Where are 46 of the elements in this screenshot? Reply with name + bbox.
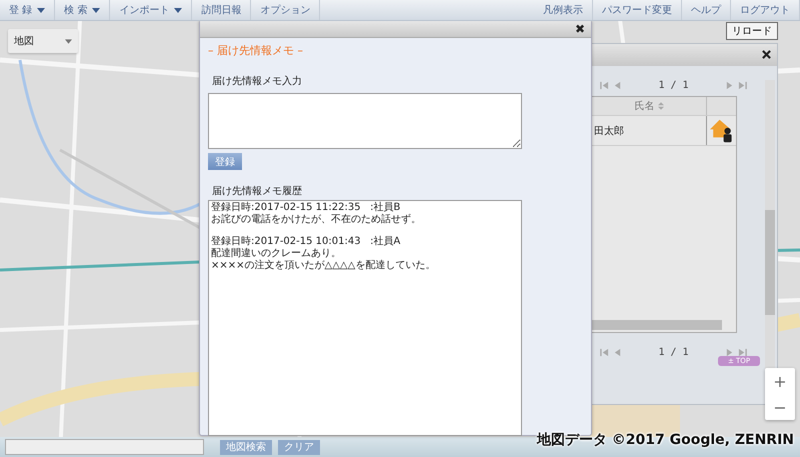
caret-icon	[92, 8, 100, 12]
history-entry-header: 登録日時:2017-02-15 10:01:43 :社員A	[211, 236, 402, 248]
memo-input-field[interactable]	[208, 93, 522, 149]
address-search-field[interactable]	[5, 439, 204, 455]
menu-item[interactable]: 検 索	[55, 0, 110, 20]
close-button[interactable]: ✖	[574, 22, 585, 36]
last-page-icon[interactable]	[738, 80, 747, 90]
sort-icon	[658, 102, 664, 110]
menu-item[interactable]: 訪問日報	[192, 0, 252, 20]
history-entry-text: ××××の注文を頂いたが△△△△を配達していた。	[211, 260, 436, 272]
first-page-icon[interactable]	[600, 348, 609, 356]
dialog-heading: – 届け先情報メモ –	[208, 43, 303, 58]
caret-icon	[37, 8, 46, 12]
field-label: 届け先情報メモ履歴	[212, 184, 302, 198]
menu-item[interactable]: インポート	[110, 0, 192, 20]
reload-button[interactable]: リロード	[726, 22, 778, 40]
menu-item[interactable]: ヘルプ	[682, 0, 731, 20]
field-label: 届け先情報メモ入力	[212, 74, 302, 88]
zoom-in-button[interactable]: +	[765, 368, 795, 394]
caret-icon	[65, 38, 72, 44]
last-page-icon[interactable]	[738, 348, 747, 356]
map-type-select[interactable]: 地図	[8, 29, 78, 53]
history-entry-text: お詫びの電話をかけたが、不在のため話せず。	[211, 214, 422, 226]
vertical-scrollbar[interactable]	[765, 80, 775, 370]
first-page-icon[interactable]	[600, 80, 609, 90]
previous-page-icon[interactable]	[613, 348, 622, 356]
horizontal-scrollbar[interactable]	[592, 320, 722, 330]
caret-icon	[174, 8, 182, 12]
register-button[interactable]: 登録	[208, 153, 242, 170]
map-attribution: 地図データ ©2017 Google, ZENRIN	[536, 431, 794, 449]
close-icon[interactable]	[762, 50, 771, 59]
page-indicator: 1 / 1	[657, 80, 690, 90]
table-cell-text: 田太郎	[593, 124, 625, 138]
zoom-out-button[interactable]: −	[765, 394, 795, 420]
house-person-icon[interactable]	[710, 118, 734, 142]
history-entry-header: 登録日時:2017-02-15 11:22:35 :社員B	[211, 202, 402, 214]
menu-item[interactable]: オプション	[251, 0, 320, 20]
page-indicator: 1 / 1	[657, 346, 690, 358]
next-page-icon[interactable]	[725, 80, 734, 90]
memo-history-field[interactable]: 登録日時:2017-02-15 11:22:35 :社員B お詫びの電話をかけたが、不在のため話せず。 登録日時:2017-02-15 10:01:43 :社員A 配達間違いのクレームあり。 ××××の注文を頂いたが△△△△を配達していた。	[208, 200, 522, 436]
menu-item[interactable]: 登 録	[0, 0, 56, 20]
history-entry-text: 配達間違いのクレームあり。	[211, 248, 342, 260]
menu-item[interactable]: 凡例表示	[534, 0, 593, 20]
menu-item[interactable]: パスワード変更	[593, 0, 682, 20]
previous-page-icon[interactable]	[613, 80, 622, 90]
menu-item[interactable]: ログアウト	[731, 0, 800, 20]
